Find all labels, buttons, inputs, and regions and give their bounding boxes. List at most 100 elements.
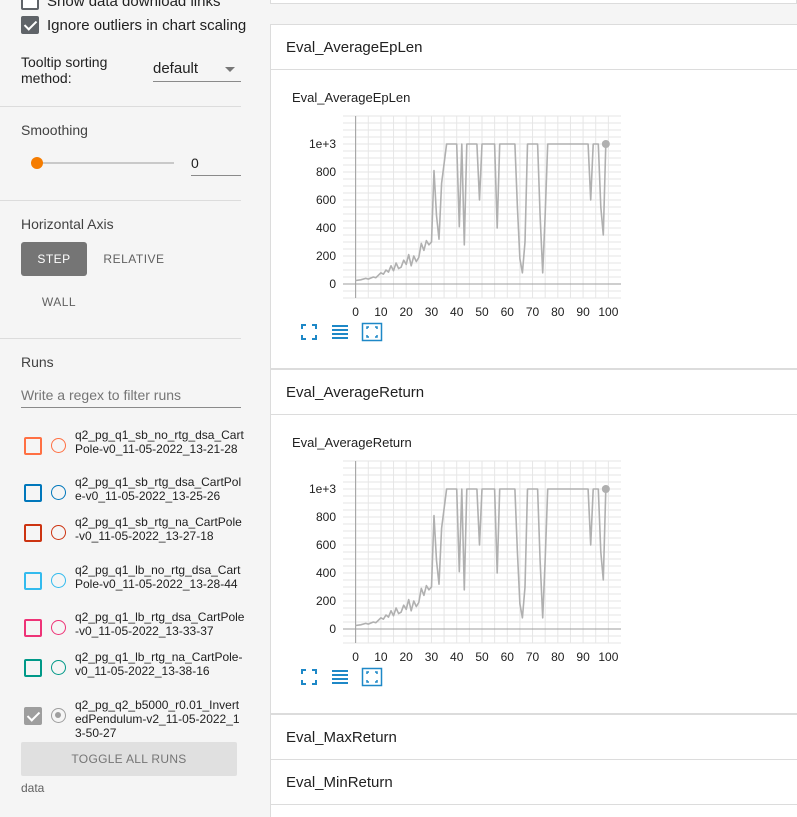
run-name: q2_pg_q1_sb_rtg_dsa_CartPole-v0_11-05-20… bbox=[75, 475, 242, 503]
run-color-radio[interactable] bbox=[51, 525, 66, 540]
smoothing-slider-track[interactable] bbox=[37, 162, 174, 164]
run-name: q2_pg_q2_b5000_r0.01_InvertedPendulum-v2… bbox=[75, 698, 240, 740]
run-name: q2_pg_q1_sb_rtg_na_CartPole-v0_11-05-202… bbox=[75, 515, 242, 543]
x-tick-label: 100 bbox=[598, 305, 618, 319]
run-color-radio[interactable] bbox=[51, 708, 66, 723]
run-color-radio[interactable] bbox=[51, 660, 66, 675]
section-title: Eval_AverageEpLen bbox=[286, 39, 423, 56]
fit-domain-icon[interactable] bbox=[361, 666, 383, 688]
x-tick-label: 20 bbox=[400, 650, 414, 664]
x-tick-label: 10 bbox=[374, 650, 388, 664]
y-tick-label: 1e+3 bbox=[309, 137, 336, 151]
run-item[interactable]: q2_pg_q1_lb_rtg_na_CartPole-v0_11-05-202… bbox=[24, 650, 244, 701]
horizontal-axis-title: Horizontal Axis bbox=[21, 216, 114, 232]
x-tick-label: 50 bbox=[475, 305, 489, 319]
line-chart-averageeplen[interactable]: 0 200 400 600 800 1e+3 0 10 20 30 40 50 60 70 80 90 100 bbox=[287, 112, 627, 322]
chart-title: Eval_AverageEpLen bbox=[292, 90, 411, 105]
run-color-radio[interactable] bbox=[51, 620, 66, 635]
x-tick-label: 40 bbox=[450, 650, 464, 664]
ignore-outliers-checkbox[interactable] bbox=[21, 16, 39, 34]
haxis-step-button[interactable]: STEP bbox=[21, 242, 87, 276]
runs-title: Runs bbox=[21, 354, 54, 370]
y-tick-label: 600 bbox=[316, 538, 336, 552]
x-tick-label: 50 bbox=[475, 650, 489, 664]
x-tick-label: 10 bbox=[374, 305, 388, 319]
run-checkbox[interactable] bbox=[24, 524, 42, 542]
haxis-relative-button[interactable]: RELATIVE bbox=[95, 242, 173, 276]
section-header-averagereturn[interactable]: Eval_AverageReturn bbox=[270, 369, 797, 415]
x-tick-label: 60 bbox=[501, 305, 515, 319]
y-tick-label: 400 bbox=[316, 221, 336, 235]
smoothing-input[interactable]: 0 bbox=[191, 154, 241, 176]
series-last-point bbox=[601, 485, 610, 493]
x-tick-label: 30 bbox=[425, 305, 439, 319]
runs-filter-input[interactable]: Write a regex to filter runs bbox=[21, 383, 241, 408]
chart-card-averageeplen: Eval_AverageEpLen 0 200 400 600 800 1e+3 0 10 20… bbox=[270, 70, 797, 369]
previous-card-edge bbox=[270, 0, 797, 4]
x-tick-label: 60 bbox=[501, 650, 515, 664]
toggle-all-runs-button[interactable]: TOGGLE ALL RUNS bbox=[21, 742, 237, 776]
section-header-averageeplen[interactable]: Eval_AverageEpLen bbox=[270, 24, 797, 70]
x-tick-label: 90 bbox=[576, 650, 590, 664]
fit-domain-icon[interactable] bbox=[361, 321, 383, 343]
tooltip-sorting-label: Tooltip sorting method: bbox=[21, 54, 108, 86]
toggle-log-scale-icon[interactable] bbox=[330, 667, 350, 687]
x-tick-label: 80 bbox=[551, 650, 565, 664]
ignore-outliers-label: Ignore outliers in chart scaling bbox=[47, 16, 247, 34]
fullscreen-icon[interactable] bbox=[299, 667, 319, 687]
fullscreen-icon[interactable] bbox=[299, 322, 319, 342]
x-tick-label: 0 bbox=[352, 305, 359, 319]
tooltip-sorting-select[interactable]: default bbox=[153, 58, 241, 82]
chart-title: Eval_AverageReturn bbox=[292, 435, 412, 450]
x-tick-label: 0 bbox=[352, 650, 359, 664]
y-tick-label: 800 bbox=[316, 510, 336, 524]
smoothing-title: Smoothing bbox=[21, 122, 88, 138]
run-color-radio[interactable] bbox=[51, 485, 66, 500]
run-checkbox[interactable] bbox=[24, 437, 42, 455]
x-tick-label: 80 bbox=[551, 305, 565, 319]
ignore-outliers-option[interactable]: Ignore outliers in chart scaling bbox=[21, 16, 246, 34]
section-header-maxreturn[interactable]: Eval_MaxReturn bbox=[270, 714, 797, 760]
run-color-radio[interactable] bbox=[51, 573, 66, 588]
section-header-minreturn[interactable]: Eval_MinReturn bbox=[270, 759, 797, 805]
dropdown-arrow-icon bbox=[225, 67, 235, 72]
run-item[interactable]: q2_pg_q1_sb_no_rtg_dsa_CartPole-v0_11-05… bbox=[24, 428, 244, 479]
toggle-log-scale-icon[interactable] bbox=[330, 322, 350, 342]
series-last-point bbox=[601, 140, 610, 148]
y-tick-label: 200 bbox=[316, 594, 336, 608]
run-item[interactable]: q2_pg_q1_lb_no_rtg_dsa_CartPole-v0_11-05… bbox=[24, 563, 244, 614]
chart-card-averagereturn: Eval_AverageReturn 0 200 400 600 800 1e+3 0 10 2… bbox=[270, 415, 797, 714]
run-color-radio[interactable] bbox=[51, 438, 66, 453]
x-tick-label: 90 bbox=[576, 305, 590, 319]
haxis-wall-button[interactable]: WALL bbox=[30, 285, 88, 319]
sidebar: Show data download links Ignore outliers… bbox=[0, 0, 262, 817]
y-tick-label: 1e+3 bbox=[309, 482, 336, 496]
x-tick-label: 70 bbox=[526, 650, 540, 664]
line-chart-averagereturn[interactable]: 0 200 400 600 800 1e+3 0 10 20 30 40 50 60 70 80 90 100 bbox=[287, 457, 627, 667]
run-checkbox[interactable] bbox=[24, 572, 42, 590]
run-name: q2_pg_q1_sb_no_rtg_dsa_CartPole-v0_11-05… bbox=[75, 428, 244, 456]
y-tick-label: 0 bbox=[329, 277, 336, 291]
y-tick-label: 0 bbox=[329, 622, 336, 636]
data-dir-label: data bbox=[21, 781, 45, 795]
run-item[interactable]: q2_pg_q1_sb_rtg_na_CartPole-v0_11-05-202… bbox=[24, 515, 244, 566]
run-checkbox[interactable] bbox=[24, 484, 42, 502]
run-checkbox[interactable] bbox=[24, 619, 42, 637]
smoothing-slider-thumb[interactable] bbox=[31, 157, 43, 169]
run-name: q2_pg_q1_lb_rtg_dsa_CartPole-v0_11-05-20… bbox=[75, 610, 245, 638]
show-download-links-option[interactable]: Show data download links bbox=[21, 0, 220, 10]
x-tick-label: 70 bbox=[526, 305, 540, 319]
show-download-links-checkbox[interactable] bbox=[21, 0, 39, 10]
divider bbox=[0, 106, 241, 107]
section-title: Eval_MinReturn bbox=[286, 774, 393, 791]
run-checkbox[interactable] bbox=[24, 659, 42, 677]
run-name: q2_pg_q1_lb_rtg_na_CartPole-v0_11-05-202… bbox=[75, 650, 243, 678]
section-title: Eval_MaxReturn bbox=[286, 729, 397, 746]
x-tick-label: 100 bbox=[598, 650, 618, 664]
y-tick-label: 200 bbox=[316, 249, 336, 263]
x-tick-label: 40 bbox=[450, 305, 464, 319]
x-tick-label: 20 bbox=[400, 305, 414, 319]
run-checkbox[interactable] bbox=[24, 707, 42, 725]
divider bbox=[0, 200, 241, 201]
run-name: q2_pg_q1_lb_no_rtg_dsa_CartPole-v0_11-05… bbox=[75, 563, 241, 591]
